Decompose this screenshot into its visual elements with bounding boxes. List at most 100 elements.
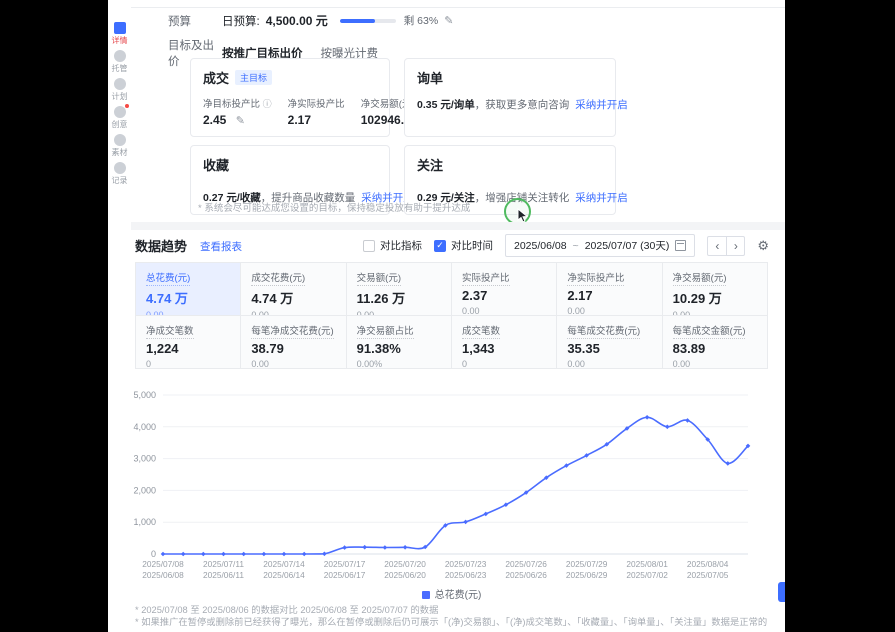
- mouse-cursor-icon: [517, 208, 529, 223]
- goal-note: * 系统会尽可能达成您设置的目标，保持稳定投放有助于提升达成: [198, 200, 470, 214]
- goal-metric-actual-roi: 净实际投产比 2.17: [288, 96, 345, 127]
- date-range-picker[interactable]: 2025/06/08 ~ 2025/07/07 (30天): [505, 234, 695, 257]
- svg-text:2025/07/17: 2025/07/17: [324, 559, 366, 569]
- metric-label: 净交易额占比: [357, 326, 414, 339]
- goal-card-deal[interactable]: 成交 主目标 净目标投产比 ⓘ 2.45 ✎ 净实际投产比 2.17 净交易额(…: [190, 58, 390, 137]
- svg-text:2025/06/08: 2025/06/08: [142, 570, 184, 580]
- metric-value: 1,224: [146, 341, 230, 356]
- svg-text:4,000: 4,000: [133, 422, 156, 432]
- material-icon: [114, 134, 126, 146]
- metric-card-net-roi[interactable]: 净实际投产比2.170.00: [557, 263, 661, 315]
- svg-text:2025/06/14: 2025/06/14: [263, 570, 305, 580]
- metric-card-net-gmv[interactable]: 净交易额(元)10.29 万0.00: [663, 263, 767, 315]
- metric-card-total-cost[interactable]: 总花费(元) 4.74 万 0.00: [136, 263, 240, 315]
- svg-text:5,000: 5,000: [133, 390, 156, 400]
- metric-card-net-cost-per-order[interactable]: 每笔净成交花费(元)38.790.00: [241, 316, 345, 368]
- edit-icon[interactable]: ✎: [236, 115, 245, 127]
- svg-text:2025/06/11: 2025/06/11: [203, 570, 244, 580]
- info-icon[interactable]: ⓘ: [263, 99, 272, 109]
- svg-text:2025/06/20: 2025/06/20: [384, 570, 426, 580]
- chart-legend: 总花费(元): [135, 586, 768, 601]
- sidebar-item-material[interactable]: 素材: [109, 134, 130, 157]
- sidebar-item-creative[interactable]: 创意: [109, 106, 130, 129]
- svg-text:2025/06/17: 2025/06/17: [324, 570, 366, 580]
- trend-controls: ✓ 对比指标 ✓ 对比时间 2025/06/08 ~ 2025/07/07 (3…: [363, 234, 769, 257]
- sidebar-item-detail[interactable]: 详情: [109, 22, 130, 45]
- adopt-enable-link[interactable]: 采纳并开启: [575, 192, 628, 204]
- compare-time-toggle[interactable]: ✓ 对比时间: [434, 238, 493, 253]
- svg-text:2025/07/26: 2025/07/26: [505, 559, 547, 569]
- compare-time-checkbox[interactable]: ✓: [434, 240, 446, 252]
- svg-text:2025/08/01: 2025/08/01: [626, 559, 668, 569]
- daily-budget-amount: 4,500.00 元: [266, 12, 328, 29]
- metric-label: 实际投产比: [462, 273, 510, 286]
- budget-remaining: 剩 63%: [404, 13, 438, 28]
- metric-card-gmv[interactable]: 交易额(元)11.26 万0.00: [347, 263, 451, 315]
- svg-text:0: 0: [151, 549, 156, 559]
- goal-metric-target-roi: 净目标投产比 ⓘ 2.45 ✎: [203, 96, 272, 127]
- metric-value: 11.26 万: [357, 288, 441, 307]
- goal-title: 成交: [203, 68, 229, 87]
- primary-goal-badge: 主目标: [235, 70, 272, 85]
- edit-icon[interactable]: ✎: [444, 14, 453, 27]
- compare-metric-toggle[interactable]: ✓ 对比指标: [363, 238, 422, 253]
- metric-compare-value: 0.00: [673, 359, 757, 368]
- sidebar-item-records[interactable]: 记录: [109, 162, 130, 185]
- metric-compare-value: 0.00: [567, 359, 651, 368]
- budget-row: 预算 日预算: 4,500.00 元 剩 63% ✎: [168, 12, 453, 29]
- prev-period-button[interactable]: ‹: [708, 237, 726, 255]
- budget-progress-bar: [340, 19, 396, 23]
- svg-text:1,000: 1,000: [133, 517, 156, 527]
- svg-text:2025/07/20: 2025/07/20: [384, 559, 426, 569]
- metric-compare-value: 0: [462, 359, 546, 368]
- metric-label: 净交易额(元): [673, 273, 727, 286]
- svg-text:2025/06/26: 2025/06/26: [505, 570, 547, 580]
- next-period-button[interactable]: ›: [726, 237, 744, 255]
- metric-label: 总花费(元): [146, 273, 190, 286]
- hosting-icon: [114, 50, 126, 62]
- metric-card-deal-cost[interactable]: 成交花费(元)4.74 万0.00: [241, 263, 345, 315]
- gear-icon[interactable]: ⚙: [757, 238, 769, 254]
- metric-label: 净成交笔数: [146, 326, 194, 339]
- metric-value: 35.35: [567, 341, 651, 356]
- metric-card-net-orders[interactable]: 净成交笔数1,2240: [136, 316, 240, 368]
- metric-compare-value: 0.00%: [357, 359, 441, 368]
- metric-label: 每笔成交金额(元): [673, 326, 746, 339]
- floating-side-button[interactable]: [778, 582, 785, 602]
- view-report-link[interactable]: 查看报表: [200, 239, 242, 254]
- metric-card-cost-per-order[interactable]: 每笔成交花费(元)35.350.00: [557, 316, 661, 368]
- metric-compare-value: 0.00: [251, 359, 335, 368]
- metric-compare-value: 0.00: [567, 306, 651, 315]
- sidebar-item-plan[interactable]: 计划: [109, 78, 130, 101]
- metric-card-orders[interactable]: 成交笔数1,3430: [452, 316, 556, 368]
- metric-compare-value: 0.00: [462, 306, 546, 315]
- metric-card-net-gmv-ratio[interactable]: 净交易额占比 91.38% 0.00%: [347, 316, 451, 368]
- metric-compare-value: 0.00: [357, 310, 441, 315]
- svg-text:2025/07/08: 2025/07/08: [142, 559, 184, 569]
- section-divider: [131, 222, 785, 230]
- svg-text:2025/07/02: 2025/07/02: [626, 570, 668, 580]
- adopt-enable-link[interactable]: 采纳并开启: [575, 99, 628, 111]
- check-icon: ✓: [436, 240, 444, 251]
- footnote-disclaimer: * 如果推广在暂停或删除前已经获得了曝光，那么在暂停或删除后仍可展示「(净)交易…: [135, 614, 767, 628]
- metric-compare-value: 0.00: [146, 310, 230, 315]
- sidebar-item-label: 计划: [109, 92, 130, 101]
- goal-card-inquiry: 询单 0.35 元/询单，获取更多意向咨询采纳并开启: [404, 58, 616, 137]
- svg-text:2025/08/04: 2025/08/04: [687, 559, 729, 569]
- svg-text:2025/07/29: 2025/07/29: [566, 559, 608, 569]
- legend-label: 总花费(元): [435, 590, 482, 601]
- metric-card-amount-per-order[interactable]: 每笔成交金额(元)83.890.00: [663, 316, 767, 368]
- svg-text:2025/07/05: 2025/07/05: [687, 570, 729, 580]
- metric-card-roi[interactable]: 实际投产比 2.37 0.00: [452, 263, 556, 315]
- metric-value: 4.74 万: [146, 288, 230, 307]
- sidebar-item-hosting[interactable]: 托管: [109, 50, 130, 73]
- date-pager: ‹ ›: [707, 236, 745, 256]
- metric-value: 38.79: [251, 341, 335, 356]
- svg-text:2,000: 2,000: [133, 485, 156, 495]
- compare-metric-checkbox[interactable]: ✓: [363, 240, 375, 252]
- metric-value: 2.37: [462, 288, 546, 303]
- metric-value: 2.17: [567, 288, 651, 303]
- creative-icon: [114, 106, 126, 118]
- metric-value: 4.74 万: [251, 288, 335, 307]
- metric-value: 91.38%: [357, 341, 441, 356]
